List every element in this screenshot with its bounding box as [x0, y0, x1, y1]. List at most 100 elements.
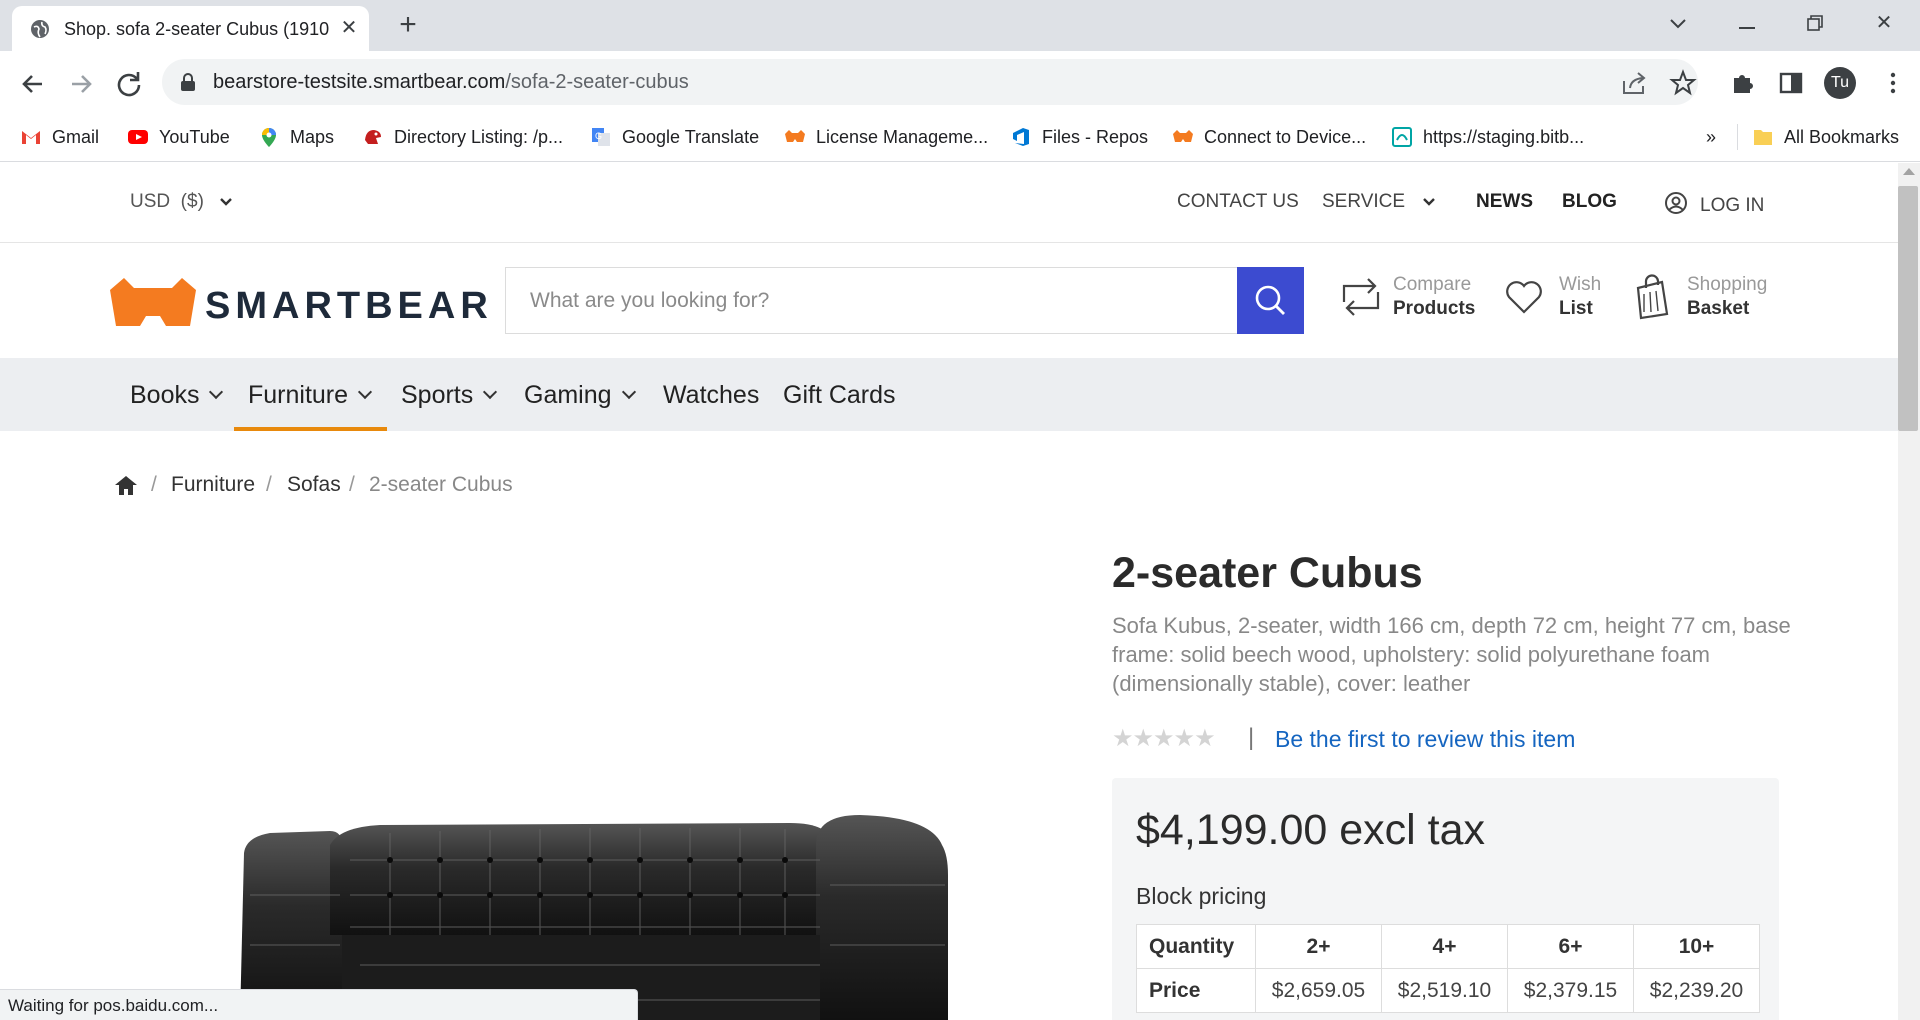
price-header: Price	[1136, 968, 1256, 1013]
bitbar-icon	[1392, 127, 1412, 147]
price-cell: $2,659.05	[1255, 968, 1382, 1013]
bookmark-files-repos[interactable]: Files - Repos	[1010, 124, 1148, 150]
profile-avatar[interactable]: Tu	[1824, 67, 1856, 99]
azure-devops-icon	[1013, 128, 1029, 146]
new-tab-icon[interactable]: +	[392, 9, 424, 41]
close-window-icon[interactable]: ✕	[1866, 8, 1902, 38]
table-row: Price $2,659.05 $2,519.10 $2,379.15 $2,2…	[1136, 968, 1760, 1013]
bookmarks-overflow-icon[interactable]: »	[1706, 124, 1716, 150]
breadcrumb-current: 2-seater Cubus	[369, 473, 513, 496]
youtube-icon	[128, 130, 148, 144]
share-icon[interactable]	[1619, 68, 1649, 98]
category-sports[interactable]: Sports	[401, 381, 498, 410]
category-books[interactable]: Books	[130, 381, 224, 410]
chevron-down-icon	[220, 198, 233, 206]
side-panel-icon[interactable]	[1776, 68, 1806, 98]
category-gift-cards[interactable]: Gift Cards	[783, 381, 896, 410]
price-cell: $2,379.15	[1507, 968, 1634, 1013]
shopping-bag-icon[interactable]	[1632, 274, 1674, 320]
bookmarks-divider	[1737, 124, 1738, 150]
more-menu-icon[interactable]	[1878, 68, 1908, 98]
chevron-down-icon	[357, 384, 373, 400]
active-category-indicator	[234, 427, 387, 431]
bookmark-connect-to-device[interactable]: Connect to Device...	[1172, 124, 1366, 150]
user-icon	[1665, 192, 1687, 214]
maps-icon	[262, 128, 276, 147]
gmail-icon	[22, 131, 40, 144]
breadcrumb-separator: /	[266, 473, 272, 496]
compare-products-link[interactable]: Compare Products	[1393, 273, 1475, 321]
search-icon	[1255, 285, 1285, 315]
star-icon: ★	[1194, 725, 1215, 752]
quantity-cell: 2+	[1255, 924, 1382, 969]
directory-icon	[365, 130, 381, 144]
search-button[interactable]	[1237, 267, 1304, 334]
compare-icon[interactable]	[1340, 274, 1382, 320]
service-menu[interactable]: SERVICE	[1322, 191, 1436, 213]
block-pricing-label: Block pricing	[1136, 883, 1267, 909]
breadcrumb-separator: /	[349, 473, 355, 496]
breadcrumb-sofas[interactable]: Sofas	[287, 473, 341, 497]
quantity-cell: 4+	[1381, 924, 1508, 969]
forward-icon[interactable]	[64, 67, 98, 101]
breadcrumb-separator: /	[151, 473, 157, 496]
block-pricing-table: Quantity 2+ 4+ 6+ 10+ Price $2,659.05 $2…	[1136, 924, 1760, 1013]
all-bookmarks-folder[interactable]: All Bookmarks	[1752, 124, 1899, 150]
heart-icon[interactable]	[1503, 274, 1545, 320]
lock-icon[interactable]	[180, 73, 196, 91]
bookmark-license-management[interactable]: License Manageme...	[784, 124, 988, 150]
blog-link[interactable]: BLOG	[1562, 191, 1617, 213]
web-page: USD ($) CONTACT US SERVICE NEWS BLOG LOG…	[0, 163, 1898, 1020]
svg-text:G: G	[595, 131, 602, 141]
contact-us-link[interactable]: CONTACT US	[1177, 191, 1299, 213]
star-icon: ★	[1173, 725, 1195, 752]
extensions-icon[interactable]	[1728, 68, 1758, 98]
search-input[interactable]	[530, 286, 1210, 316]
status-bar: Waiting for pos.baidu.com...	[0, 989, 638, 1020]
quantity-header: Quantity	[1136, 924, 1256, 969]
smartbear-logo-icon[interactable]	[110, 278, 196, 328]
bookmark-staging-bitbar[interactable]: https://staging.bitb...	[1391, 124, 1584, 150]
smartbear-logo-text[interactable]: SMARTBEAR	[205, 285, 493, 328]
minimize-icon[interactable]	[1729, 8, 1765, 38]
quantity-cell: 10+	[1633, 924, 1760, 969]
bookmark-maps[interactable]: Maps	[258, 124, 334, 150]
chevron-down-icon	[621, 384, 636, 400]
reload-icon[interactable]	[112, 67, 146, 101]
tab-search-icon[interactable]	[1660, 8, 1696, 38]
home-icon[interactable]	[114, 474, 138, 496]
browser-tab[interactable]: Shop. sofa 2-seater Cubus (1910 ✕	[12, 6, 369, 51]
restore-icon[interactable]	[1797, 8, 1833, 38]
scrollbar-thumb[interactable]	[1898, 186, 1918, 431]
chevron-down-icon	[209, 384, 224, 400]
write-review-link[interactable]: Be the first to review this item	[1275, 726, 1575, 753]
breadcrumb-furniture[interactable]: Furniture	[171, 473, 255, 497]
tab-title: Shop. sofa 2-seater Cubus (1910	[64, 19, 329, 39]
bookmark-star-icon[interactable]	[1668, 68, 1698, 98]
wish-list-link[interactable]: Wish List	[1559, 273, 1601, 321]
product-description: Sofa Kubus, 2-seater, width 166 cm, dept…	[1112, 613, 1791, 696]
chevron-down-icon	[1423, 198, 1436, 206]
close-tab-icon[interactable]: ✕	[338, 17, 360, 39]
rating-stars: ★★★★★	[1112, 724, 1216, 753]
category-furniture[interactable]: Furniture	[248, 381, 373, 410]
star-icon: ★	[1132, 725, 1154, 752]
login-link[interactable]: LOG IN	[1664, 191, 1764, 217]
scroll-up-icon[interactable]	[1903, 168, 1915, 175]
bookmark-youtube[interactable]: YouTube	[127, 124, 230, 150]
news-link[interactable]: NEWS	[1476, 191, 1533, 213]
bookmark-google-translate[interactable]: G Google Translate	[590, 124, 759, 150]
category-watches[interactable]: Watches	[663, 381, 759, 410]
shopping-basket-link[interactable]: Shopping Basket	[1687, 273, 1767, 321]
url-text[interactable]: bearstore-testsite.smartbear.com/sofa-2-…	[213, 71, 689, 94]
currency-selector[interactable]: USD ($)	[130, 191, 233, 213]
rating-divider: |	[1248, 724, 1255, 751]
chevron-down-icon	[483, 384, 498, 400]
bookmark-directory-listing[interactable]: Directory Listing: /p...	[362, 124, 563, 150]
translate-icon: G	[592, 128, 610, 146]
globe-icon	[31, 20, 49, 38]
back-icon[interactable]	[16, 67, 50, 101]
bookmark-gmail[interactable]: Gmail	[20, 124, 99, 150]
price-cell: $2,519.10	[1381, 968, 1508, 1013]
category-gaming[interactable]: Gaming	[524, 381, 636, 410]
